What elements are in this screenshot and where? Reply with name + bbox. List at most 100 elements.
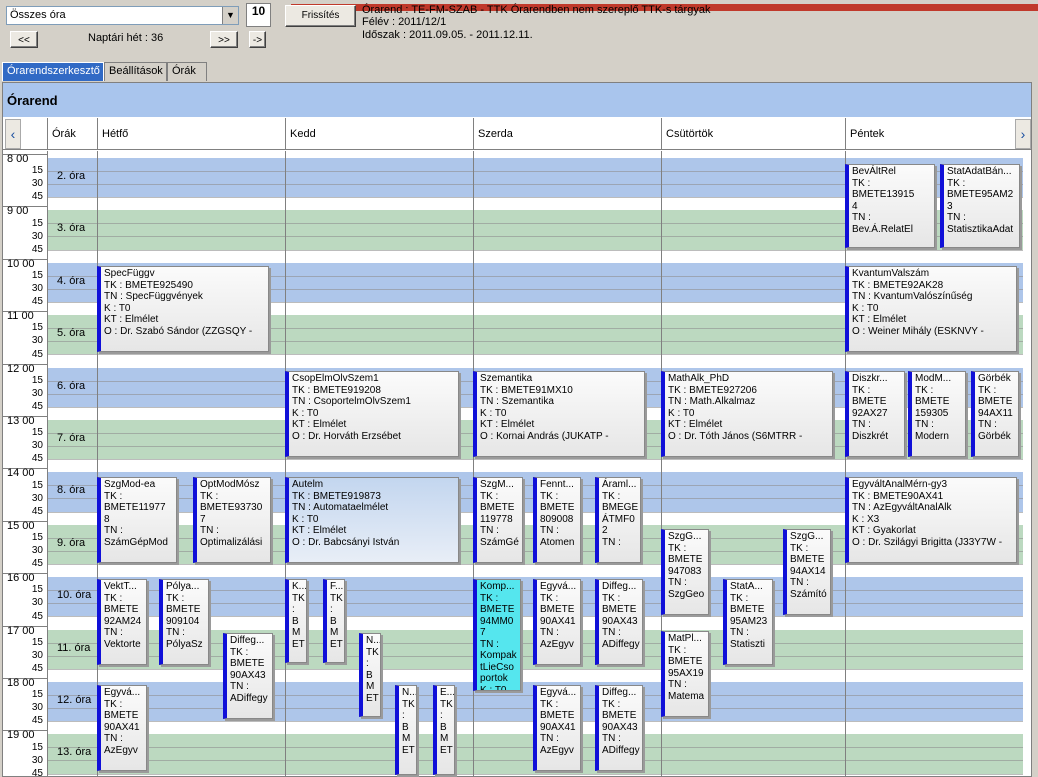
minute-label: 15 [31, 689, 43, 701]
schedule-grid[interactable]: 2. óra 3. óra 4. óra 5. óra 6. óra 7. óra 8. ó… [3, 151, 1031, 777]
column-header: ‹ Órák Hétfő Kedd Szerda Csütörtök Pénte… [3, 118, 1031, 150]
lesson-card[interactable]: K... TK : B M ET [285, 579, 307, 663]
lesson-card[interactable]: Diffeg... TK : BMETE 90AX43 TN : ADiffeg… [223, 633, 273, 719]
minute-label: 15 [31, 165, 43, 177]
slot-line [47, 459, 1023, 461]
minute-label: 30 [31, 492, 43, 504]
hour-label: 10 00 [7, 257, 35, 270]
minute-label: 15 [31, 374, 43, 386]
chevron-right-icon[interactable]: › [1015, 119, 1031, 149]
lesson-card[interactable]: Áraml... TK : BMEGE ÁTMF0 2 TN : [595, 477, 641, 563]
period-label: 4. óra [57, 274, 86, 287]
week-label: Naptári hét : 36 [88, 32, 164, 44]
hour-label: 9 00 [7, 205, 29, 218]
period-label: 2. óra [57, 169, 86, 182]
lesson-card[interactable]: MatPl... TK : BMETE 95AX19 TN : Matema [661, 631, 709, 717]
minute-label: 15 [31, 741, 43, 753]
minute-label: 15 [31, 427, 43, 439]
calendar-icon[interactable]: 10 [246, 3, 1038, 27]
period-label: 5. óra [57, 327, 86, 340]
lesson-card[interactable]: SzgG... TK : BMETE 94AX14 TN : Számító [783, 529, 831, 615]
slot-line [47, 249, 1023, 251]
minute-label: 45 [31, 610, 43, 622]
minute-label: 15 [31, 479, 43, 491]
lesson-card[interactable]: Egyvá... TK : BMETE 90AX41 TN : AzEgyv [533, 685, 581, 771]
period-label: 7. óra [57, 431, 86, 444]
period-label: 6. óra [57, 379, 86, 392]
lesson-card[interactable]: OptModMósz TK : BMETE93730 7 TN : Optima… [193, 477, 271, 563]
jump-button[interactable]: -> [249, 31, 266, 48]
minute-label: 30 [31, 440, 43, 452]
schedule-title: Órarend [3, 83, 1031, 117]
slot-line [47, 354, 1023, 356]
lesson-card[interactable]: N... TK : B M ET [395, 685, 417, 775]
period-label: 12. óra [57, 693, 92, 706]
minute-label: 30 [31, 597, 43, 609]
lesson-card[interactable]: StatA... TK : BMETE 95AM23 TN : Statiszt… [723, 579, 773, 665]
col-thursday: Csütörtök [661, 118, 845, 150]
lesson-card[interactable]: Diffeg... TK : BMETE 90AX43 TN : ADiffeg… [595, 685, 643, 771]
hour-label: 19 00 [7, 729, 35, 742]
lesson-card[interactable]: StatAdatBán... TK : BMETE95AM2 3 TN : St… [940, 164, 1020, 248]
minute-label: 45 [31, 348, 43, 360]
slot-line [47, 668, 1023, 670]
lesson-card[interactable]: Autelm TK : BMETE919873 TN : Automataelm… [285, 477, 459, 563]
minute-label: 15 [31, 531, 43, 543]
slot-line [47, 773, 1023, 775]
semester-info: Félév : 2011/12/1 [362, 16, 447, 28]
period-label: 13. óra [57, 746, 92, 759]
lesson-card[interactable]: Görbék TK : BMETE 94AX11 TN : Görbék [971, 371, 1019, 457]
col-wednesday: Szerda [473, 118, 661, 150]
prev-week-button[interactable]: << [10, 31, 38, 48]
slot-line [47, 563, 1023, 565]
minute-label: 15 [31, 217, 43, 229]
lesson-card[interactable]: E... TK : B M ET [433, 685, 455, 775]
chevron-down-icon[interactable]: ▼ [222, 7, 238, 24]
hour-label: 11 00 [7, 310, 34, 323]
lesson-card[interactable]: N... TK : B M ET [359, 633, 381, 717]
minute-label: 30 [31, 283, 43, 294]
minute-label: 30 [31, 178, 43, 190]
minute-label: 45 [31, 191, 43, 203]
minute-label: 45 [31, 662, 43, 674]
lesson-card[interactable]: Szemantika TK : BMETE91MX10 TN : Szemant… [473, 371, 645, 457]
lesson-card[interactable]: SzgMod-ea TK : BMETE11977 8 TN : SzámGép… [97, 477, 177, 563]
lesson-card[interactable]: F... TK : B M ET [323, 579, 345, 663]
lesson-card[interactable]: VektT... TK : BMETE 92AM24 TN : Vektorte [97, 579, 147, 665]
lesson-card[interactable]: KvantumValszám TK : BMETE92AK28 TN : Kva… [845, 266, 1017, 352]
minute-label: 15 [31, 636, 43, 648]
tab-timetable-editor[interactable]: Órarendszerkesztő [2, 62, 104, 81]
tab-lessons[interactable]: Órák [167, 62, 207, 81]
chevron-left-icon[interactable]: ‹ [5, 119, 21, 149]
lesson-card[interactable]: ModM... TK : BMETE 159305 TN : Modern [908, 371, 966, 457]
col-orak: Órák [47, 118, 97, 150]
lesson-card[interactable]: EgyváltAnalMérn-gy3 TK : BMETE90AX41 TN … [845, 477, 1017, 563]
lesson-card[interactable]: Diffeg... TK : BMETE 90AX43 TN : ADiffeg… [595, 579, 643, 665]
lesson-card[interactable]: SpecFüggv TK : BMETE925490 TN : SpecFügg… [97, 266, 269, 352]
tab-bar: Órarendszerkesztő Beállítások Órák [0, 62, 1038, 82]
period-label: 8. óra [57, 484, 86, 497]
lesson-card[interactable]: Komp... TK : BMETE 94MM0 7 TN : Kompak t… [473, 579, 521, 691]
minute-label: 30 [31, 702, 43, 714]
day-divider [47, 151, 48, 777]
tab-settings[interactable]: Beállítások [104, 62, 167, 81]
lesson-card[interactable]: Fennt... TK : BMETE 809008 TN : Atomen [533, 477, 581, 563]
lesson-card[interactable]: Egyvá... TK : BMETE 90AX41 TN : AzEgyv [533, 579, 581, 665]
minute-label: 45 [31, 243, 43, 255]
minute-label: 45 [31, 558, 43, 570]
next-week-button[interactable]: >> [210, 31, 238, 48]
lesson-card[interactable]: BevÁltRel TK : BMETE13915 4 TN : Bev.Á.R… [845, 164, 935, 248]
lesson-card[interactable]: SzgM... TK : BMETE 119778 TN : SzámGé [473, 477, 523, 563]
hour-label: 17 00 [7, 624, 35, 637]
col-friday: Péntek [845, 118, 1015, 150]
day-divider [97, 151, 98, 777]
lesson-card[interactable]: CsopElmOlvSzem1 TK : BMETE919208 TN : Cs… [285, 371, 459, 457]
lesson-card[interactable]: Diszkr... TK : BMETE 92AX27 TN : Diszkré… [845, 371, 905, 457]
lesson-card[interactable]: Pólya... TK : BMETE 909104 TN : PólyaSz [159, 579, 209, 665]
lesson-card[interactable]: Egyvá... TK : BMETE 90AX41 TN : AzEgyv [97, 685, 147, 771]
lesson-card[interactable]: SzgG... TK : BMETE 947083 TN : SzgGeo [661, 529, 709, 615]
lesson-card[interactable]: MathAlk_PhD TK : BMETE927206 TN : Math.A… [661, 371, 833, 457]
refresh-button[interactable]: Frissítés [285, 5, 356, 27]
minute-label: 45 [31, 715, 43, 727]
hour-filter-combo[interactable]: Összes óra ▼ [6, 6, 239, 25]
